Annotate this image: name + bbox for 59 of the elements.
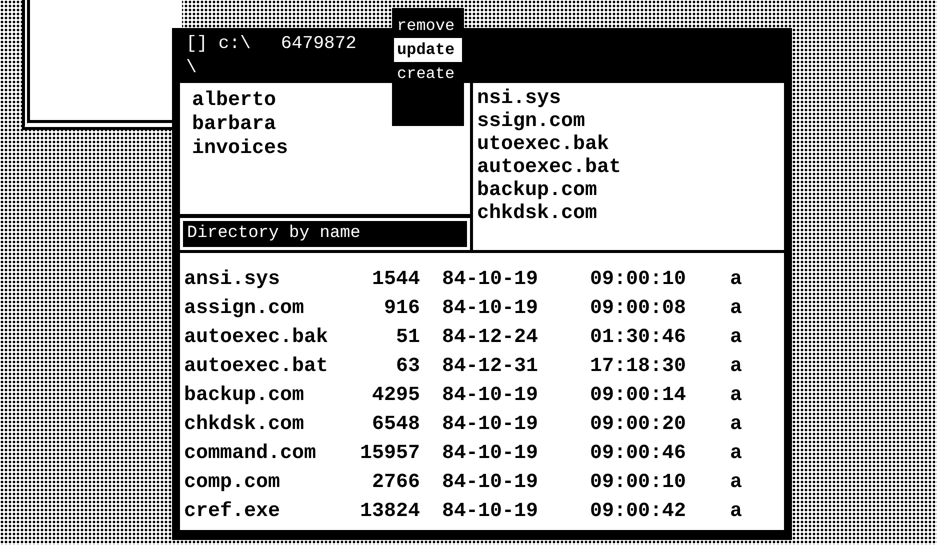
table-cell-text: 09:00:10 [590,470,688,496]
table-cell-text: 916 [382,296,420,322]
table-cell-text: 1544 [370,267,420,293]
table-cell-text: 84-10-19 [442,441,540,467]
table-cell-text: command.com [184,441,318,467]
free-space: 6479872 [280,33,356,56]
table-cell-text: 09:00:42 [590,499,688,525]
table-cell-text: 51 [394,325,420,351]
table-cell-text: 13824 [358,499,420,525]
table-cell-text: autoexec.bat [184,354,330,380]
table-cell-text: 84-10-19 [442,499,540,525]
table-cell-text: 09:00:46 [590,441,688,467]
table-cell-text: 6548 [370,412,420,438]
file-item[interactable]: backup.com [477,179,784,202]
window-title: [] c:\ [186,33,251,56]
table-cell-text: 4295 [370,383,420,409]
table-cell-text: 84-12-24 [442,325,540,351]
table-cell-text: a [730,267,742,293]
table-cell-text: a [730,499,742,525]
file-item[interactable]: autoexec.bat [477,156,784,179]
table-cell-text: comp.com [184,470,282,496]
table-cell-text: 01:30:46 [590,325,688,351]
table-cell-text: 09:00:08 [590,296,688,322]
table-cell-text: 63 [394,354,420,380]
table-cell-text: ansi.sys [184,267,282,293]
table-cell-text: cref.exe [184,499,282,525]
file-item[interactable]: utoexec.bak [477,133,784,156]
menu-item[interactable]: remove [394,14,462,38]
table-cell-text: a [730,412,742,438]
table-cell-text: assign.com [184,296,306,322]
table-cell-text: a [730,354,742,380]
table-cell-text: a [730,441,742,467]
file-item[interactable]: nsi.sys [477,87,784,110]
table-cell-text: 15957 [358,441,420,467]
table-cell-text: 17:18:30 [590,354,688,380]
table-cell-text: a [730,325,742,351]
table-cell-text: backup.com [184,383,306,409]
menu-item[interactable]: create [394,62,462,86]
directory-item[interactable]: invoices [192,137,458,161]
table-cell-text: a [730,383,742,409]
table-cell-text: a [730,470,742,496]
table-cell-text: 84-10-19 [442,296,540,322]
table-cell-text: a [730,296,742,322]
table-cell-text: chkdsk.com [184,412,306,438]
table-cell-text: 84-10-19 [442,412,540,438]
table-cell-text: 84-10-19 [442,267,540,293]
table-cell-text: 2766 [370,470,420,496]
file-item[interactable]: chkdsk.com [477,202,784,225]
table-cell-text: 09:00:14 [590,383,688,409]
table-cell-text: 84-10-19 [442,470,540,496]
table-cell-text: 09:00:20 [590,412,688,438]
menu-item[interactable]: update [394,38,462,62]
table-cell-text: autoexec.bak [184,325,330,351]
current-path: \ [186,57,197,80]
table-cell-text: 09:00:10 [590,267,688,293]
table-cell-text: 84-10-19 [442,383,540,409]
file-item[interactable]: ssign.com [477,110,784,133]
table-cell-text: 84-12-31 [442,354,540,380]
status-bar: Directory by name [180,218,470,250]
